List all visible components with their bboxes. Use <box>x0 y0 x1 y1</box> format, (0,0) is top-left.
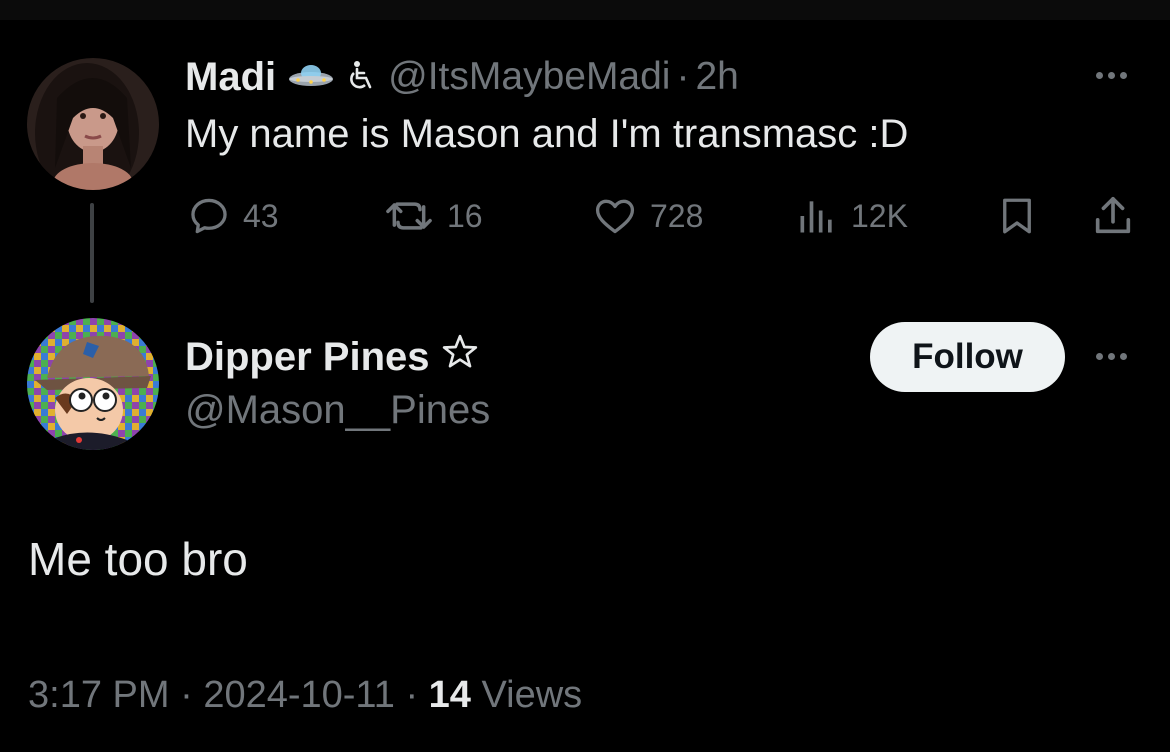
share-button[interactable] <box>1090 190 1136 242</box>
more-icon-dot <box>1108 72 1115 79</box>
wheelchair-symbol-icon <box>348 60 374 95</box>
ufo-icon <box>288 60 334 95</box>
avatar[interactable] <box>27 318 159 450</box>
views-count: 14 <box>428 674 471 716</box>
reply-display-name-row: Dipper Pines <box>185 332 480 382</box>
parent-tweet-text: My name is Mason and I'm transmasc :D <box>185 112 909 156</box>
reply-button[interactable]: 43 <box>187 190 279 242</box>
tweet-date[interactable]: 2024-10-11 <box>203 674 395 716</box>
retweet-count: 16 <box>447 197 483 234</box>
follow-button[interactable]: Follow <box>870 322 1065 392</box>
status-bar-strip <box>0 0 1170 20</box>
share-icon <box>1095 196 1131 234</box>
like-count: 728 <box>650 197 704 234</box>
more-options-button[interactable] <box>1096 72 1127 79</box>
reply-icon <box>191 198 227 234</box>
separator-dot: · <box>405 674 419 716</box>
separator-dot: · <box>676 55 690 98</box>
reply-count: 43 <box>243 197 279 234</box>
separator-dot: · <box>180 674 193 716</box>
views-count: 12K <box>851 197 908 234</box>
more-icon-dot <box>1108 353 1115 360</box>
retweet-button[interactable]: 16 <box>383 190 483 242</box>
more-icon-dot <box>1120 353 1127 360</box>
handle[interactable]: @ItsMaybeMadi <box>388 55 670 99</box>
parent-tweet-header: Madi @ItsMaybeMadi · 2h <box>185 54 739 100</box>
tweet-metadata: 3:17 PM · 2024-10-11 · 14 Views <box>28 674 582 717</box>
tweet-time[interactable]: 3:17 PM <box>28 674 170 716</box>
views-label: Views <box>481 674 583 716</box>
reply-tweet-text: Me too bro <box>28 533 248 585</box>
star-outline-icon <box>440 332 480 382</box>
heart-icon <box>595 199 635 234</box>
more-icon-dot <box>1096 72 1103 79</box>
tweet-time[interactable]: 2h <box>695 55 738 99</box>
like-button[interactable]: 728 <box>592 190 703 242</box>
avatar[interactable] <box>27 58 159 190</box>
more-icon-dot <box>1120 72 1127 79</box>
bookmark-button[interactable] <box>996 190 1038 242</box>
retweet-icon <box>386 202 432 230</box>
analytics-icon <box>800 201 832 233</box>
handle[interactable]: @Mason__Pines <box>185 388 490 433</box>
more-icon-dot <box>1096 353 1103 360</box>
views-button[interactable]: 12K <box>795 190 908 242</box>
more-options-button[interactable] <box>1096 353 1127 360</box>
display-name[interactable]: Madi <box>185 55 276 100</box>
bookmark-icon <box>1003 198 1031 234</box>
display-name[interactable]: Dipper Pines <box>185 335 430 380</box>
thread-connector-line <box>90 203 94 303</box>
